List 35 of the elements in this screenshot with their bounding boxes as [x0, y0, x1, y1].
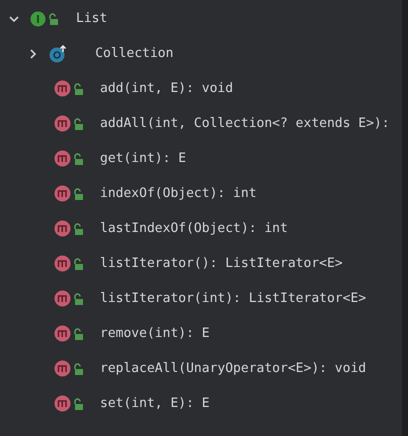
- lock-icon: [48, 12, 58, 24]
- method-icon: [54, 185, 71, 202]
- lock-icon: [73, 222, 83, 234]
- method-icon: [54, 290, 71, 307]
- tree-item-label[interactable]: get(int): E: [100, 148, 186, 168]
- tree-item-label[interactable]: set(int, E): E: [100, 394, 210, 414]
- method-icon: [54, 80, 71, 97]
- method-icon: [54, 115, 71, 132]
- lock-icon: [73, 292, 83, 304]
- lock-icon: [73, 152, 83, 164]
- lock-icon: [73, 398, 83, 410]
- tree-item-label[interactable]: addAll(int, Collection<? extends E>):: [100, 114, 390, 134]
- lock-icon: [73, 82, 83, 94]
- method-icon: [54, 150, 71, 167]
- lock-icon: [73, 258, 83, 270]
- lock-icon: [73, 362, 83, 374]
- tree-item-label[interactable]: remove(int): E: [100, 324, 210, 344]
- method-icon: [54, 255, 71, 272]
- lock-icon: [73, 328, 83, 340]
- tree-item-label[interactable]: indexOf(Object): int: [100, 184, 257, 204]
- lock-icon: [73, 118, 83, 130]
- tree-item-label[interactable]: listIterator(): ListIterator<E>: [100, 254, 343, 274]
- method-icon: [54, 360, 71, 377]
- tree-item-label[interactable]: replaceAll(UnaryOperator<E>): void: [100, 358, 366, 378]
- method-icon: [54, 395, 71, 412]
- tree-item-label[interactable]: lastIndexOf(Object): int: [100, 218, 288, 238]
- method-icon: [54, 325, 71, 342]
- lock-icon: [73, 188, 83, 200]
- tree-item-label[interactable]: add(int, E): void: [100, 78, 234, 98]
- class-icon: [49, 44, 68, 62]
- tree-item-label[interactable]: Collection: [95, 44, 174, 64]
- interface-icon: [30, 10, 46, 26]
- tree-item-label[interactable]: listIterator(int): ListIterator<E>: [100, 288, 366, 308]
- tree-item-label[interactable]: List: [76, 8, 108, 28]
- method-icon: [54, 220, 71, 237]
